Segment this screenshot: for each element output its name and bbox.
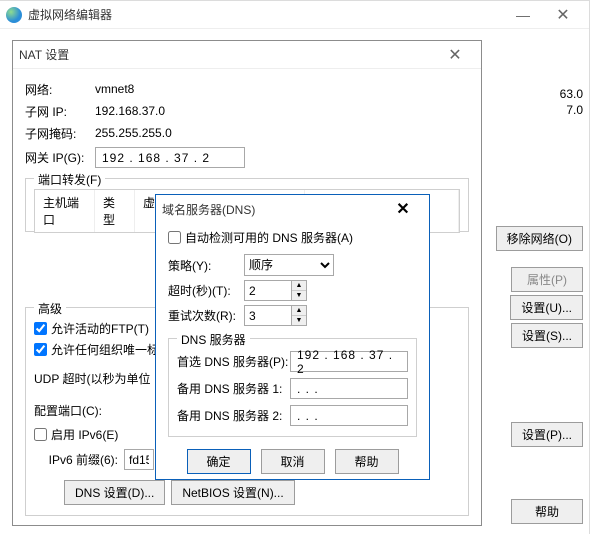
app-icon [6, 7, 22, 23]
allow-any-org-input[interactable] [34, 343, 47, 356]
subnet-mask-label: 子网掩码: [25, 125, 95, 142]
cancel-button[interactable]: 取消 [261, 449, 325, 474]
allow-active-ftp-checkbox[interactable]: 允许活动的FTP(T) [34, 320, 149, 337]
network-label: 网络: [25, 81, 95, 98]
col-hostport: 主机端口 [35, 190, 95, 232]
ipv6-prefix-label: IPv6 前缀(6): [34, 451, 124, 468]
col-type: 类型 [95, 190, 135, 232]
alt1-dns-label: 备用 DNS 服务器 1: [177, 380, 290, 397]
timeout-input[interactable] [244, 280, 292, 301]
ipv6-prefix-input[interactable] [124, 449, 154, 470]
retries-label: 重试次数(R): [168, 307, 244, 324]
retries-input[interactable] [244, 305, 292, 326]
dns-settings-button[interactable]: DNS 设置(D)... [64, 480, 165, 505]
nat-titlebar: NAT 设置 ✕ [13, 41, 481, 69]
close-button-main[interactable]: ✕ [543, 5, 583, 25]
dns-dialog: 域名服务器(DNS) ✕ 自动检测可用的 DNS 服务器(A) 策略(Y): 顺… [155, 194, 430, 480]
subnet-ip-value: 192.168.37.0 [95, 104, 165, 118]
settings-s-button[interactable]: 设置(S)... [511, 323, 583, 348]
allow-any-org-checkbox[interactable]: 允许任何组织唯一标 [34, 341, 159, 358]
dns-servers-legend: DNS 服务器 [177, 331, 250, 348]
autodetect-dns-checkbox[interactable]: 自动检测可用的 DNS 服务器(A) [168, 229, 353, 246]
enable-ipv6-input[interactable] [34, 428, 47, 441]
gateway-label: 网关 IP(G): [25, 149, 95, 166]
main-titlebar: 虚拟网络编辑器 — ✕ [0, 1, 589, 29]
properties-button: 属性(P) [511, 267, 583, 292]
nat-title: NAT 设置 [19, 46, 69, 63]
policy-label: 策略(Y): [168, 257, 244, 274]
settings-p-button[interactable]: 设置(P)... [511, 422, 583, 447]
dns-servers-group: DNS 服务器 首选 DNS 服务器(P): 192 . 168 . 37 . … [168, 338, 417, 437]
timeout-label: 超时(秒)(T): [168, 282, 244, 299]
allow-active-ftp-input[interactable] [34, 322, 47, 335]
port-forward-legend: 端口转发(F) [34, 171, 105, 188]
primary-dns-input[interactable]: 192 . 168 . 37 . 2 [290, 351, 408, 372]
enable-ipv6-checkbox[interactable]: 启用 IPv6(E) [34, 426, 118, 443]
subnet-ip-label: 子网 IP: [25, 103, 95, 120]
alt1-dns-input[interactable]: . . . [290, 378, 408, 399]
network-value: vmnet8 [95, 82, 134, 96]
timeout-spinner[interactable]: ▲▼ [292, 280, 307, 301]
ok-button[interactable]: 确定 [187, 449, 251, 474]
udp-timeout-label: UDP 超时(以秒为单位 [34, 370, 150, 387]
peek-text-a: 63.0 [560, 87, 583, 101]
close-button-nat[interactable]: ✕ [435, 45, 475, 65]
primary-dns-label: 首选 DNS 服务器(P): [177, 353, 290, 370]
retries-spinner[interactable]: ▲▼ [292, 305, 307, 326]
help-button-dns[interactable]: 帮助 [335, 449, 399, 474]
minimize-button[interactable]: — [503, 7, 543, 23]
remove-network-button[interactable]: 移除网络(O) [496, 226, 583, 251]
peek-text-b: 7.0 [566, 103, 583, 117]
gateway-input[interactable]: 192 . 168 . 37 . 2 [95, 147, 245, 168]
settings-u-button[interactable]: 设置(U)... [510, 295, 583, 320]
alt2-dns-input[interactable]: . . . [290, 405, 408, 426]
help-button-main[interactable]: 帮助 [511, 499, 583, 524]
close-button-dns[interactable]: ✕ [383, 199, 423, 219]
dns-titlebar: 域名服务器(DNS) ✕ [156, 195, 429, 223]
main-title: 虚拟网络编辑器 [28, 6, 112, 23]
dns-title: 域名服务器(DNS) [162, 201, 255, 218]
autodetect-dns-input[interactable] [168, 231, 181, 244]
alt2-dns-label: 备用 DNS 服务器 2: [177, 407, 290, 424]
subnet-mask-value: 255.255.255.0 [95, 126, 172, 140]
advanced-legend: 高级 [34, 300, 66, 317]
config-port-label: 配置端口(C): [34, 402, 102, 419]
policy-select[interactable]: 顺序 [244, 254, 334, 276]
